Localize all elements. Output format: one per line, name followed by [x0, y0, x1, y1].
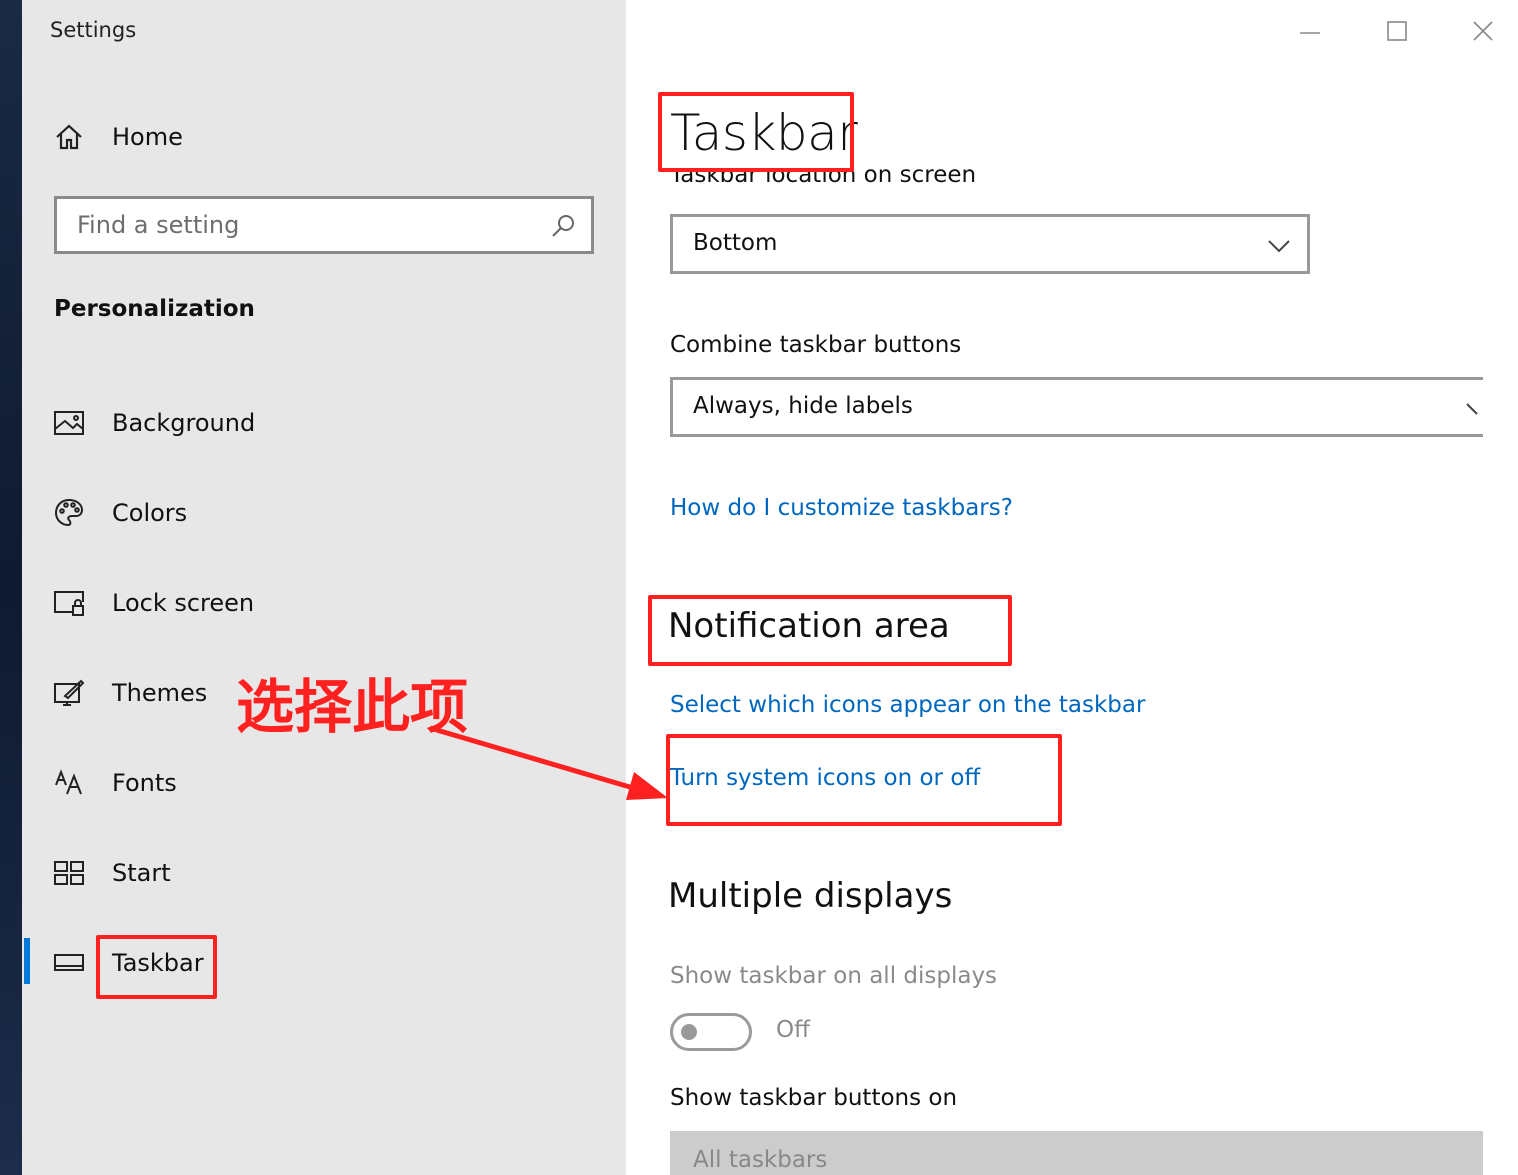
annotation-text: 选择此项 [236, 673, 469, 741]
toggle-state: Off [776, 1017, 810, 1043]
desktop-edge [0, 0, 22, 1175]
lock-screen-icon [52, 586, 86, 620]
chevron-down-icon [1265, 231, 1293, 259]
location-label: Taskbar location on screen [670, 168, 977, 188]
app-title: Settings [50, 18, 137, 42]
sidebar-item-label: Background [112, 409, 256, 437]
minimize-icon [1300, 32, 1320, 34]
sidebar-item-label: Lock screen [112, 589, 255, 617]
settings-window: Settings Home Personalization [22, 0, 1518, 1175]
multiple-displays-header: Multiple displays [668, 876, 953, 916]
home-icon [52, 120, 86, 154]
start-icon [52, 856, 86, 890]
sidebar-item-start[interactable]: Start [22, 843, 626, 903]
maximize-icon [1387, 21, 1407, 41]
palette-icon [52, 496, 86, 530]
notification-area-header: Notification area [668, 606, 950, 646]
section-header: Personalization [54, 296, 255, 322]
buttons-on-label: Show taskbar buttons on [670, 1085, 958, 1111]
show-all-displays-toggle[interactable] [670, 1013, 752, 1051]
search-icon[interactable] [549, 212, 577, 240]
system-icons-link[interactable]: Turn system icons on or off [670, 765, 980, 791]
fonts-icon [52, 766, 86, 800]
close-button[interactable] [1463, 14, 1503, 48]
image-icon [52, 406, 86, 440]
buttons-on-dropdown[interactable]: All taskbars [670, 1131, 1483, 1175]
themes-icon [52, 676, 86, 710]
sidebar-item-label: Fonts [112, 769, 177, 797]
dropdown-value: All taskbars [693, 1147, 828, 1173]
minimize-button[interactable] [1290, 14, 1330, 48]
taskbar-icon [52, 946, 86, 980]
close-icon [1473, 21, 1493, 41]
combine-dropdown[interactable]: Always, hide labels [670, 377, 1483, 437]
location-label-clip: Taskbar location on screen [670, 168, 1070, 192]
search-box[interactable] [54, 196, 594, 254]
sidebar-item-label: Taskbar [112, 949, 204, 977]
toggle-knob [681, 1024, 697, 1040]
location-dropdown[interactable]: Bottom [670, 214, 1310, 274]
chevron-down-icon [1463, 394, 1491, 422]
sidebar-item-taskbar[interactable]: Taskbar [22, 933, 626, 993]
combine-label: Combine taskbar buttons [670, 332, 962, 358]
sidebar: Settings Home Personalization [22, 0, 626, 1175]
sidebar-item-label: Start [112, 859, 171, 887]
main-content: Taskbar Taskbar location on screen Botto… [626, 0, 1518, 1175]
sidebar-item-label: Colors [112, 499, 188, 527]
select-icons-link[interactable]: Select which icons appear on the taskbar [670, 692, 1145, 718]
maximize-button[interactable] [1377, 14, 1417, 48]
sidebar-item-lock-screen[interactable]: Lock screen [22, 573, 626, 633]
dropdown-value: Bottom [693, 230, 778, 256]
dropdown-value: Always, hide labels [693, 393, 913, 419]
sidebar-item-label: Home [112, 123, 183, 151]
sidebar-item-colors[interactable]: Colors [22, 483, 626, 543]
sidebar-item-home[interactable]: Home [22, 107, 626, 167]
sidebar-item-label: Themes [112, 679, 208, 707]
search-input[interactable] [77, 209, 517, 241]
show-all-displays-label: Show taskbar on all displays [670, 963, 998, 989]
sidebar-item-fonts[interactable]: Fonts [22, 753, 626, 813]
sidebar-item-background[interactable]: Background [22, 393, 626, 453]
help-link[interactable]: How do I customize taskbars? [670, 495, 1013, 521]
page-title: Taskbar [670, 104, 858, 162]
